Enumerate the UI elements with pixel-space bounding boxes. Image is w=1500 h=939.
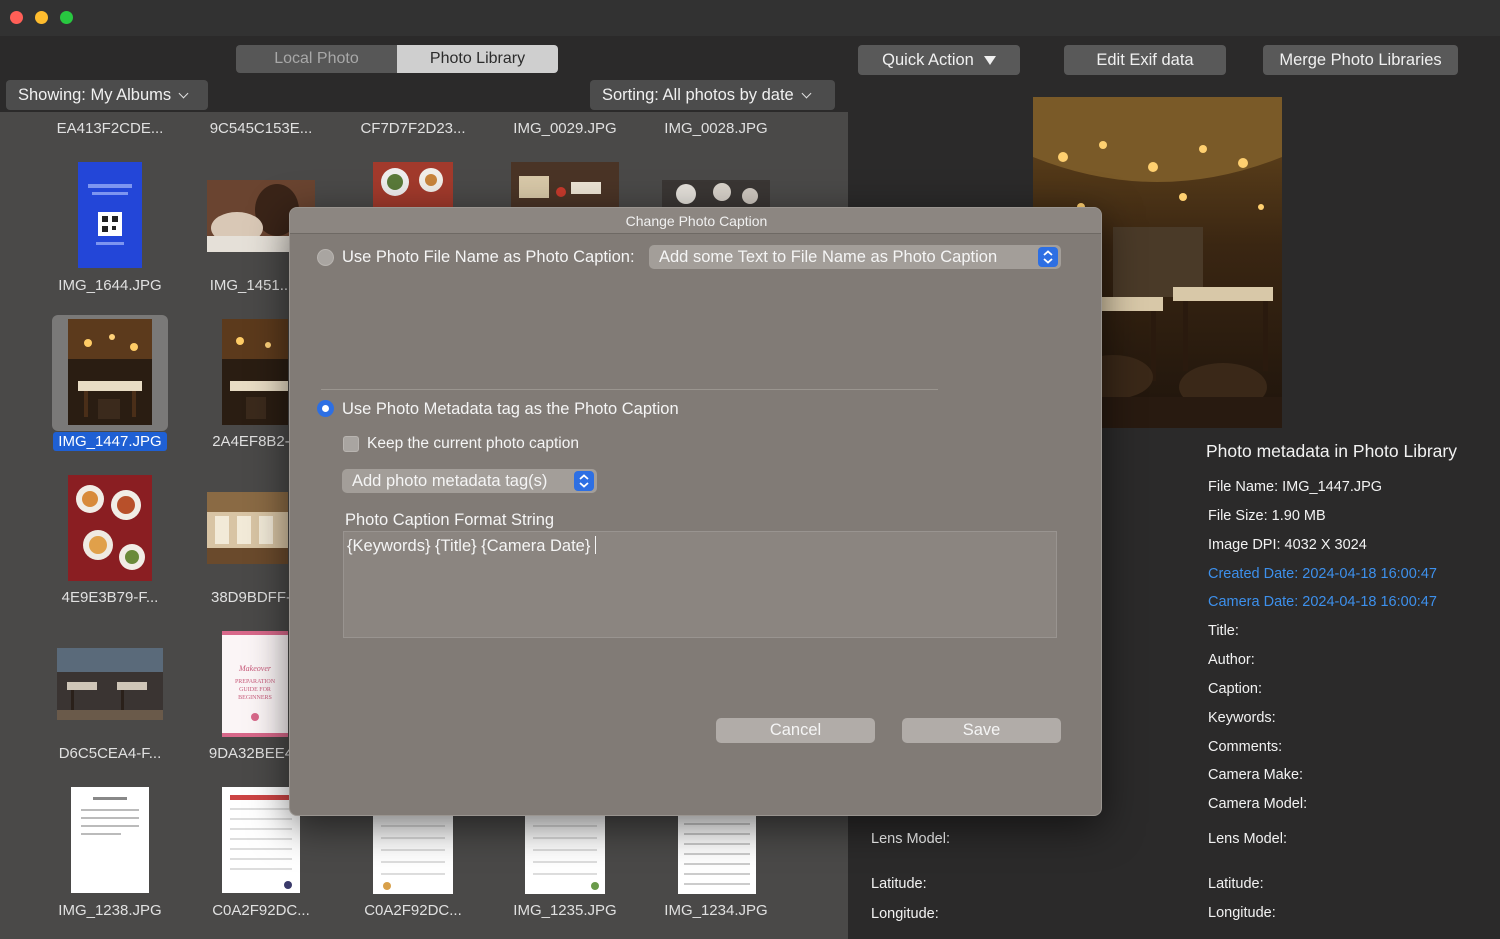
showing-label: Showing: My Albums (18, 85, 172, 104)
title-bar (0, 0, 1500, 36)
save-button[interactable]: Save (902, 718, 1061, 743)
sorting-dropdown[interactable]: Sorting: All photos by date (590, 80, 835, 110)
meta-caption: Caption: (1208, 681, 1263, 697)
photo-thumbnail[interactable] (222, 319, 288, 425)
metadata-popup-label: Add photo metadata tag(s) (352, 471, 548, 490)
format-string-value: {Keywords} {Title} {Camera Date} (347, 537, 591, 555)
photo-label[interactable]: D6C5CEA4-F... (35, 745, 185, 762)
meta-left-latitude: Latitude: (871, 876, 927, 892)
photo-thumbnail[interactable] (662, 180, 770, 207)
photo-label[interactable]: IMG_1235.JPG (490, 902, 640, 919)
showing-dropdown[interactable]: Showing: My Albums (6, 80, 208, 110)
photo-thumbnail[interactable] (678, 816, 756, 894)
meta-author: Author: (1208, 652, 1255, 668)
option-filename-label: Use Photo File Name as Photo Caption: (342, 248, 635, 266)
photo-label[interactable]: C0A2F92DC... (186, 902, 336, 919)
meta-dpi: Image DPI: 4032 X 3024 (1208, 537, 1367, 553)
format-string-textarea[interactable]: {Keywords} {Title} {Camera Date} (343, 531, 1057, 638)
chevron-down-icon (801, 88, 812, 98)
triangle-down-icon (983, 55, 996, 65)
up-down-chevron-icon (574, 471, 594, 491)
meta-camera-date-link[interactable]: Camera Date: 2024-04-18 16:00:47 (1208, 594, 1437, 610)
meta-lens-model: Lens Model: (1208, 831, 1287, 847)
keep-caption-checkbox[interactable] (343, 436, 359, 452)
text-cursor (595, 536, 597, 554)
photo-label[interactable]: 4E9E3B79-F... (35, 589, 185, 606)
chevron-down-icon (178, 88, 189, 98)
source-segmented-control: Local Photo Photo Library (236, 45, 558, 73)
meta-file-name: File Name: IMG_1447.JPG (1208, 479, 1383, 495)
photo-thumbnail[interactable] (373, 162, 453, 207)
minimize-window-button[interactable] (35, 11, 48, 24)
meta-camera-make: Camera Make: (1208, 767, 1304, 783)
meta-keywords: Keywords: (1208, 710, 1276, 726)
up-down-chevron-icon (1038, 247, 1058, 267)
change-caption-dialog: Change Photo Caption Use Photo File Name… (289, 207, 1102, 816)
filename-caption-popup[interactable]: Add some Text to File Name as Photo Capt… (649, 245, 1061, 269)
quick-action-label: Quick Action (882, 50, 974, 69)
sorting-label: Sorting: All photos by date (602, 85, 794, 104)
photo-label[interactable]: CF7D7F2D23... (338, 120, 488, 137)
meta-longitude: Longitude: (1208, 905, 1276, 921)
zoom-window-button[interactable] (60, 11, 73, 24)
photo-label[interactable]: IMG_1238.JPG (35, 902, 185, 919)
cancel-button[interactable]: Cancel (716, 718, 875, 743)
svg-text:GUIDE FOR: GUIDE FOR (239, 687, 271, 693)
segment-photo-library[interactable]: Photo Library (397, 45, 558, 73)
photo-thumbnail[interactable] (78, 162, 142, 268)
meta-title-field: Title: (1208, 623, 1239, 639)
meta-left-longitude: Longitude: (871, 906, 939, 922)
meta-created-date-link[interactable]: Created Date: 2024-04-18 16:00:47 (1208, 566, 1437, 582)
dialog-title: Change Photo Caption (290, 208, 1101, 234)
meta-file-size: File Size: 1.90 MB (1208, 508, 1326, 524)
photo-thumbnail[interactable]: Makeover PREPARATION GUIDE FOR BEGINNERS (222, 631, 288, 737)
meta-latitude: Latitude: (1208, 876, 1264, 892)
radio-use-filename[interactable] (317, 249, 334, 266)
radio-use-metadata[interactable] (317, 400, 334, 417)
photo-label[interactable]: IMG_1644.JPG (35, 277, 185, 294)
svg-text:PREPARATION: PREPARATION (235, 679, 276, 685)
meta-comments: Comments: (1208, 739, 1283, 755)
svg-text:Makeover: Makeover (238, 664, 272, 673)
merge-libraries-button[interactable]: Merge Photo Libraries (1263, 45, 1458, 75)
dialog-divider (321, 389, 938, 390)
photo-thumbnail[interactable] (511, 162, 619, 207)
meta-left-lens-model: Lens Model: (871, 831, 950, 847)
photo-label-selected[interactable]: IMG_1447.JPG (35, 432, 185, 451)
photo-label[interactable]: EA413F2CDE... (35, 120, 185, 137)
metadata-title: Photo metadata in Photo Library (1206, 441, 1457, 461)
metadata-tags-popup[interactable]: Add photo metadata tag(s) (342, 469, 597, 493)
close-window-button[interactable] (10, 11, 23, 24)
keep-caption-label: Keep the current photo caption (367, 435, 579, 452)
edit-exif-button[interactable]: Edit Exif data (1064, 45, 1226, 75)
photo-thumbnail[interactable] (68, 319, 152, 425)
photo-thumbnail[interactable] (207, 492, 288, 564)
photo-thumbnail[interactable] (525, 816, 605, 894)
format-string-label: Photo Caption Format String (345, 511, 555, 529)
quick-action-button[interactable]: Quick Action (858, 45, 1020, 75)
filename-popup-label: Add some Text to File Name as Photo Capt… (659, 247, 998, 266)
photo-thumbnail[interactable] (57, 648, 163, 720)
segment-local-photo[interactable]: Local Photo (236, 45, 397, 73)
photo-thumbnail[interactable] (68, 475, 152, 581)
photo-label[interactable]: C0A2F92DC... (338, 902, 488, 919)
photo-label[interactable]: IMG_0028.JPG (641, 120, 791, 137)
photo-thumbnail[interactable] (373, 816, 453, 894)
option-metadata-label: Use Photo Metadata tag as the Photo Capt… (342, 400, 679, 418)
photo-label[interactable]: IMG_0029.JPG (490, 120, 640, 137)
photo-label[interactable]: IMG_1234.JPG (641, 902, 791, 919)
photo-label[interactable]: 9C545C153E... (186, 120, 336, 137)
meta-camera-model: Camera Model: (1208, 796, 1308, 812)
photo-thumbnail[interactable] (71, 787, 149, 893)
svg-text:BEGINNERS: BEGINNERS (238, 695, 272, 701)
